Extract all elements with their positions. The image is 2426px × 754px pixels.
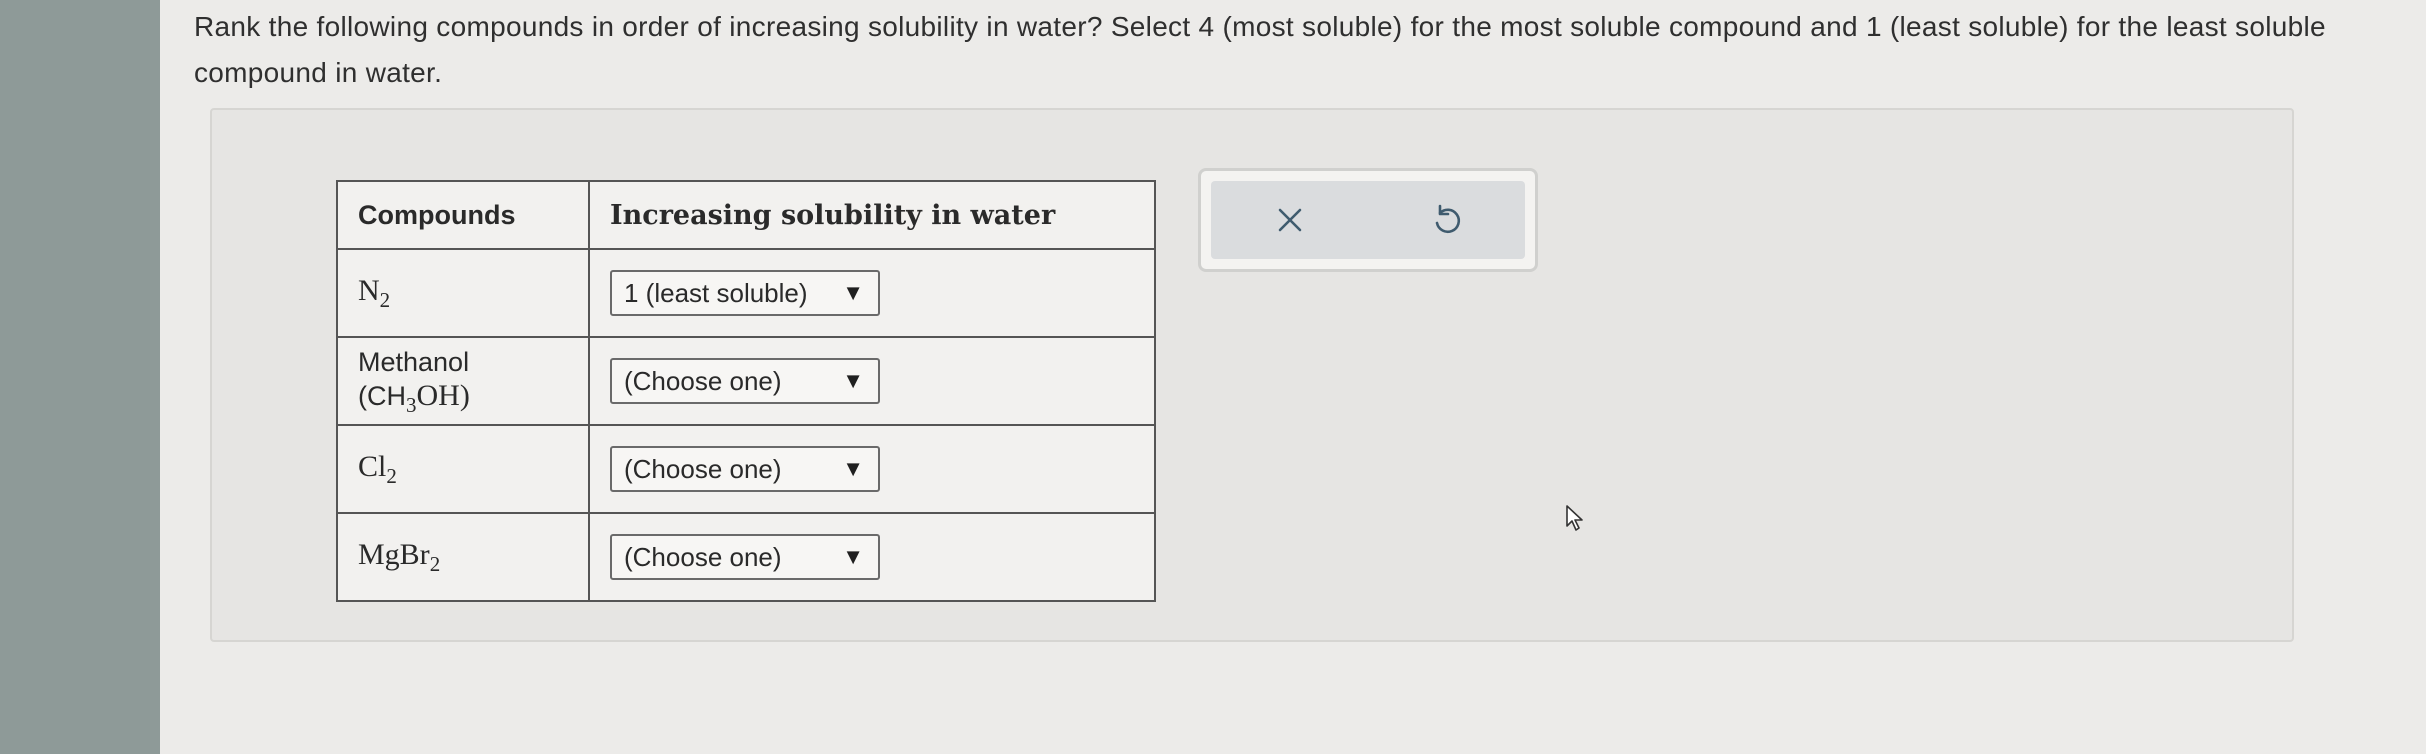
rank-dropdown-mgbr2[interactable]: (Choose one) ▼: [610, 534, 880, 580]
dropdown-caret-icon: ▼: [842, 368, 864, 393]
compound-mgbr2: MgBr2: [358, 537, 441, 576]
rank-dropdown-cl2[interactable]: (Choose one) ▼: [610, 446, 880, 492]
header-solubility: Increasing solubility in water: [588, 180, 1156, 250]
answer-controls: [1198, 168, 1538, 272]
rank-cell: (Choose one) ▼: [588, 424, 1156, 514]
dropdown-caret-icon: ▼: [842, 544, 864, 569]
dropdown-value: (Choose one): [624, 453, 782, 484]
close-icon: [1278, 208, 1301, 232]
rank-cell: (Choose one) ▼: [588, 336, 1156, 426]
compound-cell: Methanol (CH3OH): [336, 336, 590, 426]
compound-cell: MgBr2: [336, 512, 590, 602]
compound-methanol: Methanol (CH3OH): [358, 346, 470, 417]
question-prompt: Rank the following compounds in order of…: [194, 11, 2326, 88]
dropdown-value: 1 (least soluble): [624, 277, 808, 308]
rank-dropdown-methanol[interactable]: (Choose one) ▼: [610, 358, 880, 404]
clear-button[interactable]: [1260, 190, 1320, 250]
undo-icon: [1435, 204, 1460, 234]
answer-controls-bar: [1211, 181, 1525, 259]
table-row: MgBr2 (Choose one) ▼: [336, 512, 1156, 602]
compound-cell: N2: [336, 248, 590, 338]
rank-cell: 1 (least soluble) ▼: [588, 248, 1156, 338]
solubility-table: Compounds Increasing solubility in water…: [336, 180, 1156, 602]
screen-bezel: [0, 0, 160, 754]
dropdown-value: (Choose one): [624, 365, 782, 396]
rank-cell: (Choose one) ▼: [588, 512, 1156, 602]
dropdown-caret-icon: ▼: [842, 280, 864, 305]
table-row: Cl2 (Choose one) ▼: [336, 424, 1156, 514]
mouse-cursor-icon: [1566, 505, 1583, 531]
table-header-row: Compounds Increasing solubility in water: [336, 180, 1156, 250]
dropdown-caret-icon: ▼: [842, 456, 864, 481]
dropdown-value: (Choose one): [624, 541, 782, 572]
header-compounds: Compounds: [336, 180, 590, 250]
compound-n2: N2: [358, 273, 391, 312]
table-row: Methanol (CH3OH) (Choose one) ▼: [336, 336, 1156, 426]
compound-cell: Cl2: [336, 424, 590, 514]
undo-button[interactable]: [1417, 190, 1477, 250]
table-row: N2 1 (least soluble) ▼: [336, 248, 1156, 338]
compound-cl2: Cl2: [358, 449, 397, 488]
rank-dropdown-n2[interactable]: 1 (least soluble) ▼: [610, 270, 880, 316]
